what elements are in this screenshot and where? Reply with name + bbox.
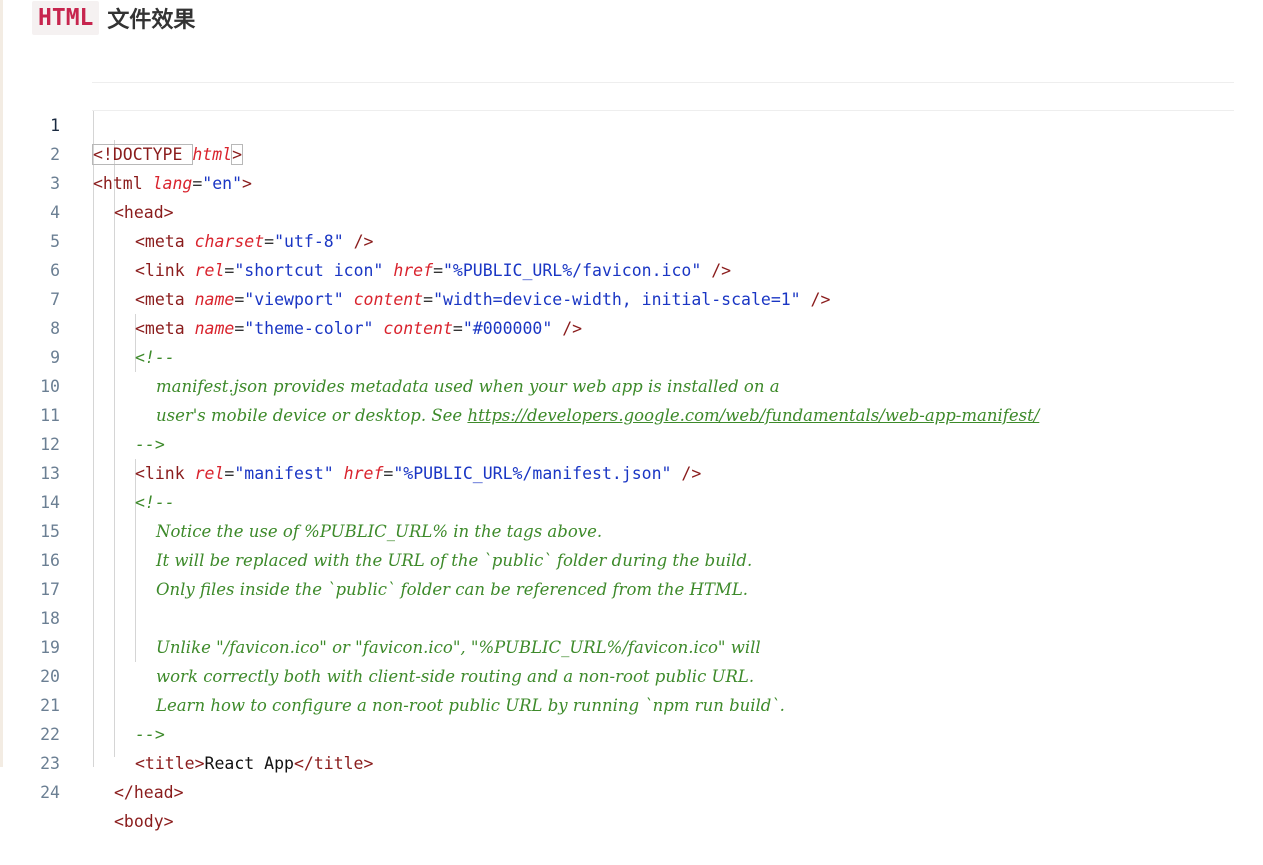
code-line: 7 <meta name="theme-color" content="#000… [0,256,1263,338]
code-line: 6 <meta name="viewport" content="width=d… [0,227,1263,309]
code-line: 18 Unlike "/favicon.ico" or "favicon.ico… [0,575,1263,657]
heading-title: 文件效果 [107,8,196,33]
code-line: 5 <link rel="shortcut icon" href="%PUBLI… [0,198,1263,280]
code-line: 13 <!-- [0,430,1263,512]
code-line: 14 Notice the use of %PUBLIC_URL% in the… [0,459,1263,541]
code-editor[interactable]: 1 <!DOCTYPE html> 2 <html lang="en"> 3 <… [0,82,1263,831]
code-line: 12 <link rel="manifest" href="%PUBLIC_UR… [0,401,1263,483]
code-line: 22 <title>React App</title> [0,691,1263,773]
code-line: 17 [0,546,1263,599]
code-line: 1 <!DOCTYPE html> [0,82,1263,165]
section-heading: HTML 文件效果 [32,0,195,36]
line-number: 24 [40,783,60,802]
code-line: 10 user's mobile device or desktop. See … [0,343,1263,425]
code-line: 4 <meta charset="utf-8" /> [0,169,1263,251]
code-line: 3 <head> [0,140,1263,222]
code-line: 11 --> [0,372,1263,454]
code-line: 21 --> [0,662,1263,744]
code-line: 24 <body> [0,749,1263,831]
code-line: 19 work correctly both with client-side … [0,604,1263,686]
heading-inline-code: HTML [32,1,100,35]
code-line: 8 <!-- [0,285,1263,367]
code-line: 9 manifest.json provides metadata used w… [0,314,1263,396]
code-line: 23 </head> [0,720,1263,802]
code-line: 15 It will be replaced with the URL of t… [0,488,1263,570]
code-line: 2 <html lang="en"> [0,111,1263,193]
code-line: 20 Learn how to configure a non-root pub… [0,633,1263,715]
code-line: 16 Only files inside the `public` folder… [0,517,1263,599]
